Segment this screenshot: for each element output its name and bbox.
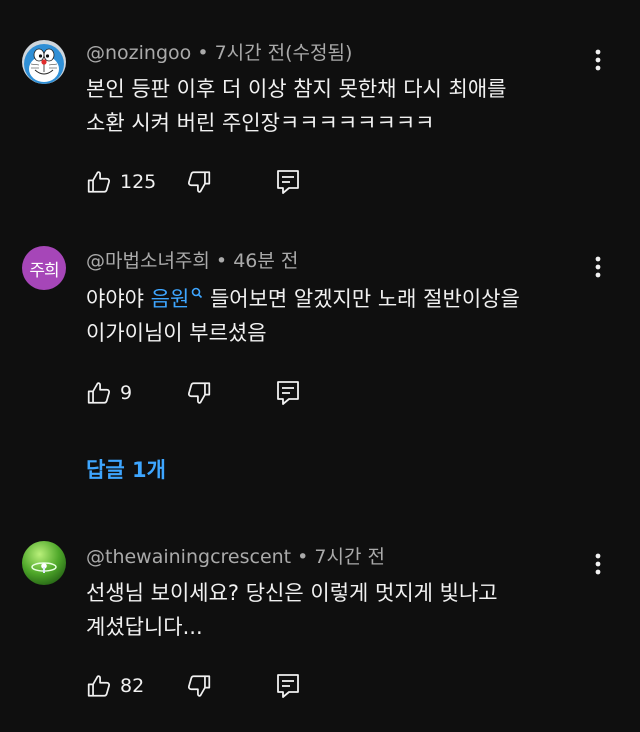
like-count: 82 — [120, 675, 145, 697]
comment-actions: 82 — [86, 671, 316, 701]
meta-separator: • — [209, 250, 234, 272]
meta-separator: • — [191, 42, 215, 64]
thumbs-down-icon — [187, 675, 211, 697]
comment-text-line: 선생님 보이세요? 당신은 이렇게 멋지게 빛나고 — [86, 581, 498, 605]
author-handle[interactable]: @nozingoo — [86, 42, 191, 64]
like-button[interactable]: 125 — [86, 167, 156, 197]
comment-text-line: 소환 시켜 버린 주인장ㅋㅋㅋㅋㅋㅋㅋㅋ — [86, 111, 435, 135]
thumbs-down-icon — [187, 171, 211, 193]
reply-button[interactable] — [276, 167, 300, 197]
like-count: 9 — [120, 382, 133, 404]
like-button[interactable]: 82 — [86, 671, 144, 701]
more-options-button[interactable] — [584, 550, 612, 578]
text-segment: 들어보면 알겠지만 노래 절반이상을 — [203, 287, 520, 311]
comment-timestamp: 7시간 전 — [314, 546, 385, 568]
search-icon — [191, 287, 203, 299]
more-vert-icon — [595, 553, 601, 575]
reply-icon — [277, 381, 299, 405]
comment-text: 본인 등판 이후 더 이상 참지 못한채 다시 최애를 소환 시켜 버린 주인장… — [86, 72, 586, 140]
comment-timestamp: 7시간 전(수정됨) — [214, 42, 353, 64]
comment-text-line: 계셨답니다... — [86, 615, 203, 639]
thumbs-up-icon — [87, 675, 111, 697]
author-handle[interactable]: @thewainingcrescent — [86, 546, 291, 568]
comment-meta: @nozingoo • 7시간 전(수정됨) — [86, 41, 352, 65]
more-vert-icon — [595, 256, 601, 278]
avatar-initials: 주희 — [29, 260, 59, 281]
meta-separator: • — [291, 546, 315, 568]
comment-text: 야야야 음원 들어보면 알겠지만 노래 절반이상을 이가이님이 부르셨음 — [86, 282, 586, 350]
comment-text-line: 본인 등판 이후 더 이상 참지 못한채 다시 최애를 — [86, 77, 507, 101]
comment-actions: 125 — [86, 167, 316, 197]
comment-text-line: 야야야 음원 들어보면 알겠지만 노래 절반이상을 — [86, 282, 586, 316]
thumbs-up-icon — [87, 382, 111, 404]
more-options-button[interactable] — [584, 253, 612, 281]
avatar[interactable]: 주희 — [22, 246, 66, 290]
reply-button[interactable] — [276, 671, 300, 701]
doraemon-avatar-icon — [22, 40, 66, 84]
dislike-button[interactable] — [186, 378, 212, 408]
avatar[interactable] — [22, 40, 66, 84]
like-button[interactable]: 9 — [86, 378, 132, 408]
comment-actions: 9 — [86, 378, 316, 408]
music-link-label: 음원 — [150, 287, 190, 311]
more-options-button[interactable] — [584, 46, 612, 74]
dislike-button[interactable] — [186, 671, 212, 701]
view-replies-button[interactable]: 답글 1개 — [86, 456, 166, 484]
comment-timestamp: 46분 전 — [233, 250, 299, 272]
reply-icon — [277, 674, 299, 698]
dislike-button[interactable] — [186, 167, 212, 197]
comment-meta: @thewainingcrescent • 7시간 전 — [86, 545, 385, 569]
music-link[interactable]: 음원 — [151, 287, 204, 311]
reply-button[interactable] — [276, 378, 300, 408]
comment-text: 선생님 보이세요? 당신은 이렇게 멋지게 빛나고 계셨답니다... — [86, 576, 586, 644]
thumbs-up-icon — [87, 171, 111, 193]
text-segment: 야야야 — [86, 287, 151, 311]
like-count: 125 — [120, 171, 157, 193]
reply-icon — [277, 170, 299, 194]
author-handle[interactable]: @마법소녀주희 — [86, 250, 210, 272]
more-vert-icon — [595, 49, 601, 71]
green-sphere-avatar-icon — [22, 541, 66, 585]
avatar[interactable] — [22, 541, 66, 585]
comment-text-line: 이가이님이 부르셨음 — [86, 321, 267, 345]
thumbs-down-icon — [187, 382, 211, 404]
comment-meta: @마법소녀주희 • 46분 전 — [86, 249, 298, 273]
